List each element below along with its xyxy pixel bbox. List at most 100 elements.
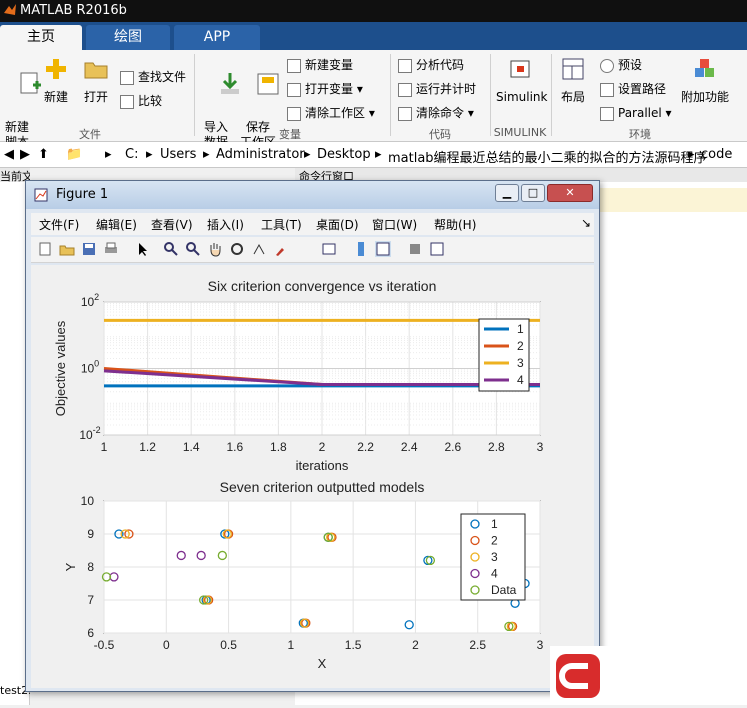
link-plot-icon[interactable]: [321, 241, 337, 257]
chart-2-ylabel: Y: [63, 562, 78, 571]
menu-tools[interactable]: 工具(T): [261, 216, 302, 233]
new-button[interactable]: 新建: [42, 56, 70, 105]
legend-icon[interactable]: [375, 241, 391, 257]
run-and-time-label: 运行并计时: [416, 82, 477, 96]
menu-file[interactable]: 文件(F): [39, 216, 79, 233]
new-script-icon: [20, 72, 42, 94]
x-tick-label: 1.4: [183, 440, 200, 454]
back-arrow-icon[interactable]: ◀: [4, 147, 14, 162]
close-button[interactable]: ✕: [547, 184, 593, 202]
minimize-button[interactable]: ▁: [495, 184, 519, 202]
clear-commands-button[interactable]: 清除命令 ▾: [398, 104, 474, 122]
menu-view[interactable]: 查看(V): [151, 216, 193, 233]
set-path-button[interactable]: 设置路径: [600, 80, 666, 98]
new-variable-button[interactable]: 新建变量: [287, 56, 353, 74]
x-tick-label: 0: [163, 638, 170, 652]
tab-apps[interactable]: APP: [174, 25, 260, 50]
menu-edit[interactable]: 编辑(E): [96, 216, 137, 233]
menu-window[interactable]: 窗口(W): [372, 216, 417, 233]
browse-folder-icon[interactable]: 📁: [66, 147, 82, 162]
hide-plot-tools-icon[interactable]: [407, 241, 423, 257]
legend-label-3: 3: [491, 550, 498, 564]
menubar-dock-arrow-icon[interactable]: ↘: [581, 216, 591, 230]
figure-titlebar[interactable]: Figure 1 ▁ □ ✕: [26, 181, 599, 209]
up-folder-icon[interactable]: ⬆: [38, 147, 49, 162]
zoom-in-icon[interactable]: [163, 241, 179, 257]
x-tick-label: 2.5: [469, 638, 486, 652]
show-plot-tools-icon[interactable]: [429, 241, 445, 257]
add-ons-icon: [695, 59, 714, 77]
legend-label-2: 2: [517, 339, 524, 353]
parallel-button[interactable]: Parallel ▾: [600, 104, 672, 122]
menu-help[interactable]: 帮助(H): [434, 216, 476, 233]
path-drive[interactable]: C:: [125, 147, 138, 162]
y-tick-label: 100: [81, 359, 99, 376]
ribbon-divider: [490, 54, 491, 136]
new-figure-icon[interactable]: [37, 241, 53, 257]
add-ons-button[interactable]: 附加功能: [680, 56, 730, 105]
analyze-code-label: 分析代码: [416, 58, 465, 72]
tab-plots[interactable]: 绘图: [86, 25, 170, 50]
compare-label: 比较: [138, 94, 163, 108]
clear-workspace-button[interactable]: 清除工作区 ▾: [287, 104, 375, 122]
layout-button[interactable]: 布局: [557, 56, 589, 105]
gear-icon: [600, 58, 614, 73]
open-button[interactable]: 打开: [82, 56, 110, 105]
legend-label-4: 4: [491, 567, 498, 581]
group-label-file: 文件: [79, 128, 101, 141]
legend-label-4: 4: [517, 373, 524, 387]
parallel-label: Parallel: [618, 106, 662, 120]
new-variable-icon: [287, 58, 301, 73]
open-file-icon[interactable]: [59, 241, 75, 257]
clear-commands-label: 清除命令: [416, 106, 465, 120]
legend-label-Data: Data: [491, 583, 517, 597]
run-and-time-icon: [398, 82, 412, 97]
colorbar-icon[interactable]: [353, 241, 369, 257]
y-tick-label: 9: [87, 527, 94, 541]
path-segment[interactable]: Desktop: [317, 147, 371, 162]
pointer-icon[interactable]: [135, 241, 151, 257]
brush-icon[interactable]: [273, 241, 289, 257]
open-variable-button[interactable]: 打开变量 ▾: [287, 80, 363, 98]
zoom-out-icon[interactable]: [185, 241, 201, 257]
clear-commands-icon: [398, 106, 412, 121]
matlab-logo-icon: [4, 4, 16, 15]
open-variable-label: 打开变量: [305, 82, 354, 96]
path-segment[interactable]: matlab编程最近总结的最小二乘的拟合的方法源码程序: [388, 147, 707, 166]
maximize-button[interactable]: □: [521, 184, 545, 202]
folder-open-icon: [84, 62, 108, 79]
save-icon[interactable]: [81, 241, 97, 257]
rotate-3d-icon[interactable]: [229, 241, 245, 257]
x-tick-label: 3: [537, 638, 544, 652]
compare-button[interactable]: 比较: [120, 92, 162, 110]
clear-workspace-icon: [287, 106, 301, 121]
path-separator-icon: ▸: [304, 147, 311, 162]
run-and-time-button[interactable]: 运行并计时: [398, 80, 476, 98]
path-segment[interactable]: Administrator: [216, 147, 305, 162]
forward-arrow-icon[interactable]: ▶: [20, 147, 30, 162]
find-files-button[interactable]: 查找文件: [120, 68, 186, 86]
menu-desktop[interactable]: 桌面(D): [316, 216, 359, 233]
data-cursor-icon[interactable]: [251, 241, 267, 257]
path-segment[interactable]: code: [701, 147, 732, 162]
simulink-button[interactable]: Simulink: [496, 56, 547, 105]
save-workspace-icon: [257, 73, 279, 95]
y-tick-label: 6: [87, 626, 94, 640]
preferences-button[interactable]: 预设: [600, 56, 642, 74]
pan-hand-icon[interactable]: [207, 241, 223, 257]
find-files-label: 查找文件: [138, 70, 187, 84]
x-tick-label: 2: [412, 638, 419, 652]
preferences-label: 预设: [618, 58, 643, 72]
new-plus-icon: [46, 59, 66, 79]
figure-plots[interactable]: 1 1.2 1.4 1.6 1.8 2 2.2 2.4 2.6 2.8 310-2100102Six…: [31, 265, 594, 688]
analyze-code-button[interactable]: 分析代码: [398, 56, 464, 74]
menu-insert[interactable]: 插入(I): [207, 216, 244, 233]
set-path-icon: [600, 82, 614, 97]
figure-window: Figure 1 ▁ □ ✕ 文件(F) 编辑(E) 查看(V) 插入(I) 工…: [25, 180, 600, 692]
x-tick-label: 1.6: [226, 440, 243, 454]
tab-home[interactable]: 主页: [0, 25, 82, 50]
address-bar[interactable]: ◀ ▶ ⬆ 📁 ▸ C: ▸ Users ▸ Administrator ▸ D…: [0, 142, 747, 168]
path-segment[interactable]: Users: [160, 147, 196, 162]
print-icon[interactable]: [103, 241, 119, 257]
ribbon-tabs: 主页 绘图 APP: [0, 22, 747, 50]
